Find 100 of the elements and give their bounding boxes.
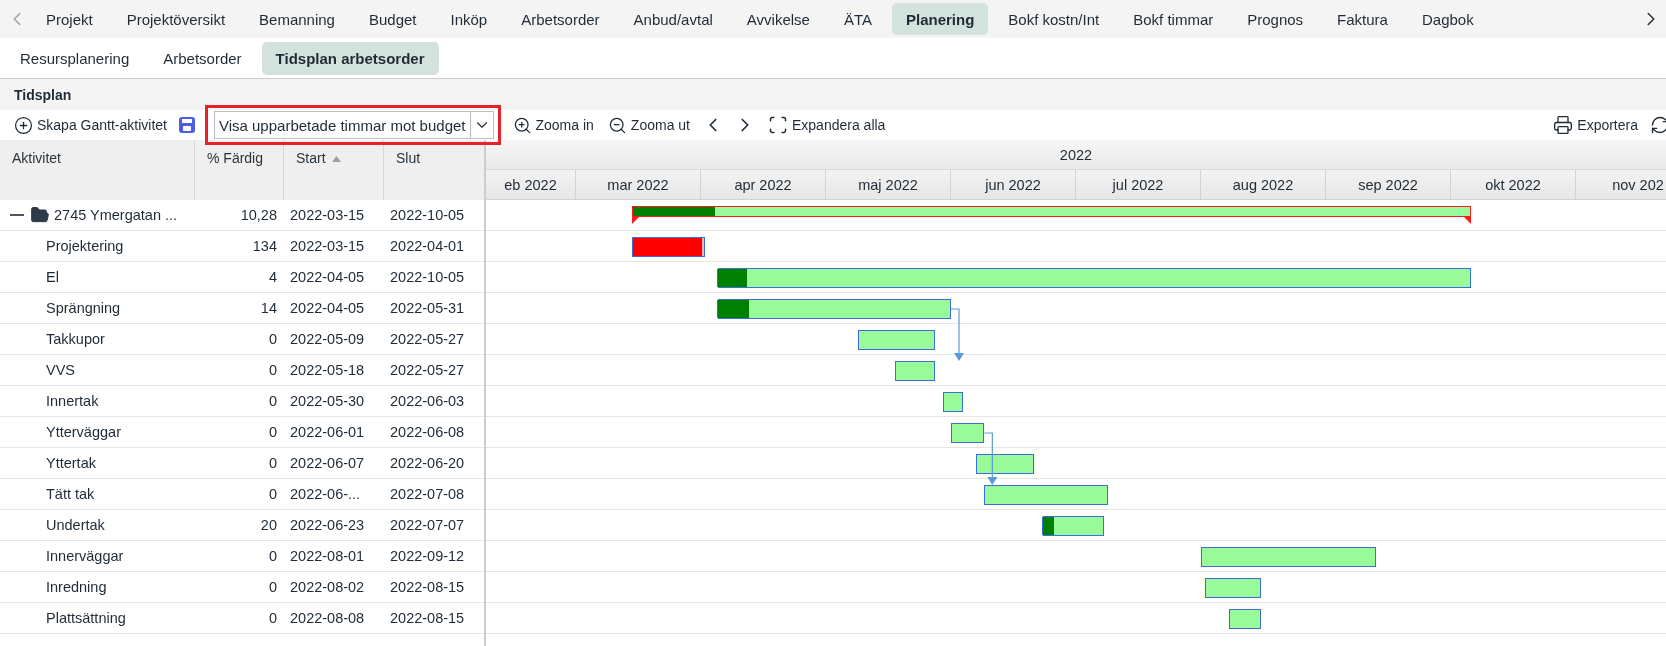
year-label: 2022 [1059, 146, 1093, 163]
sub-tab[interactable]: Arbetsorder [149, 41, 256, 75]
end-date-cell-text: 2022-05-27 [389, 362, 466, 378]
nav-tab[interactable]: Projekt [32, 3, 107, 35]
nav-tab[interactable]: ÄTA [829, 3, 886, 35]
summary-bar[interactable] [632, 206, 1472, 217]
end-date-cell-text: 2022-08-15 [389, 610, 466, 626]
activity-name: Ytterväggar [46, 424, 121, 440]
task-bar[interactable] [942, 392, 964, 412]
activity-name: El [46, 269, 59, 285]
folder-icon [30, 205, 50, 225]
month-header: okt 2022 [1451, 170, 1576, 199]
refresh-icon[interactable] [1650, 115, 1666, 135]
activity-name: 2745 Ymergatan ... [54, 207, 178, 223]
corners-icon [768, 115, 788, 135]
task-bar[interactable] [984, 485, 1109, 505]
start-date-cell-text: 2022-08-08 [289, 610, 366, 626]
percent-cell-text: 0 [267, 610, 278, 626]
start-date-cell-text: 2022-05-18 [289, 362, 366, 378]
percent-cell-text: 0 [267, 455, 278, 471]
end-date-cell-text: 2022-10-05 [389, 269, 466, 285]
start-date-cell-text: 2022-05-09 [289, 331, 366, 347]
percent-cell-text: 4 [267, 269, 278, 285]
column-header[interactable]: Slut [383, 140, 484, 200]
start-date-cell-text: 2022-06-07 [289, 455, 366, 471]
end-date-cell-text: 2022-10-05 [389, 207, 466, 223]
end-date-cell-text: 2022-04-01 [389, 238, 466, 254]
percent-cell-text: 0 [267, 579, 278, 595]
nav-tab[interactable]: Dagbok [1407, 3, 1488, 35]
zoom-in-icon [512, 115, 532, 135]
percent-cell-text: 0 [267, 331, 278, 347]
nav-tab[interactable]: Planering [891, 3, 989, 35]
activity-name: Innertak [46, 393, 99, 409]
nav-tab[interactable]: Bokf timmar [1119, 3, 1228, 35]
month-header: aug 2022 [1201, 170, 1326, 199]
start-date-cell-text: 2022-04-05 [289, 300, 366, 316]
nav-tab[interactable]: Budget [354, 3, 431, 35]
percent-cell-text: 134 [251, 238, 278, 254]
month-header: jul 2022 [1076, 170, 1201, 199]
activity-name: Plattsättning [46, 610, 126, 626]
task-bar[interactable] [976, 454, 1035, 474]
nav-tab[interactable]: Bemanning [245, 3, 349, 35]
start-date-cell-text: 2022-03-15 [289, 238, 366, 254]
nav-tab[interactable]: Avvikelse [732, 3, 824, 35]
nav-tab[interactable]: Faktura [1323, 3, 1402, 35]
start-date-cell-text: 2022-03-15 [289, 207, 366, 223]
export-button[interactable]: Exportera [1551, 115, 1640, 135]
nav-tab[interactable]: Prognos [1233, 3, 1318, 35]
expand-all-button[interactable]: Expandera alla [766, 115, 888, 135]
end-date-cell-text: 2022-08-15 [389, 579, 466, 595]
activity-name: Innerväggar [46, 548, 124, 564]
nav-tab[interactable]: Inköp [436, 3, 502, 35]
percent-cell-text: 0 [267, 393, 278, 409]
column-header[interactable]: Aktivitet [0, 140, 194, 200]
task-bar[interactable] [1229, 609, 1262, 629]
nav-tab[interactable]: Projektöversikt [112, 3, 240, 35]
month-header: sep 2022 [1326, 170, 1451, 199]
save-icon[interactable] [178, 117, 195, 133]
activity-name: Undertak [46, 517, 105, 533]
create-activity-button[interactable]: Skapa Gantt-aktivitet [12, 115, 169, 135]
percent-cell-text: 14 [259, 300, 278, 316]
sub-tab[interactable]: Resursplanering [6, 41, 144, 75]
end-date-cell-text: 2022-06-03 [389, 393, 466, 409]
percent-cell-text: 0 [267, 548, 278, 564]
activity-name: Projektering [46, 238, 124, 254]
task-bar[interactable] [1205, 578, 1262, 598]
column-header[interactable]: Start [283, 140, 383, 200]
zoom-in-button[interactable]: Zooma in [510, 115, 596, 135]
month-header: maj 2022 [826, 170, 951, 199]
plus-circle-icon [14, 115, 33, 135]
column-header[interactable]: % Färdig [194, 140, 283, 200]
task-bar[interactable] [1201, 547, 1376, 567]
end-date-cell-text: 2022-05-31 [389, 300, 466, 316]
end-date-cell-text: 2022-06-08 [389, 424, 466, 440]
activity-name: VVS [46, 362, 75, 378]
nav-tab[interactable]: Anbud/avtal [619, 3, 727, 35]
activity-name: Tätt tak [46, 486, 95, 502]
zoom-out-button[interactable]: Zooma ut [605, 115, 692, 135]
percent-cell-text: 0 [267, 362, 278, 378]
task-bar[interactable] [951, 423, 985, 443]
task-bar[interactable] [1042, 516, 1105, 536]
activity-name: Inredning [46, 579, 107, 595]
task-bar[interactable] [717, 268, 1472, 288]
sub-tab[interactable]: Tidsplan arbetsorder [261, 41, 439, 75]
task-bar[interactable] [894, 361, 935, 381]
month-header: apr 2022 [701, 170, 826, 199]
start-date-cell-text: 2022-06-23 [289, 517, 366, 533]
task-bar[interactable] [717, 299, 951, 319]
view-select[interactable]: Visa upparbetade timmar mot budget [213, 111, 494, 139]
end-marker-icon [1463, 216, 1472, 224]
start-date-cell-text: 2022-08-01 [289, 548, 366, 564]
end-date-cell-text: 2022-07-08 [389, 486, 466, 502]
activity-name: Takkupor [46, 331, 105, 347]
nav-tab[interactable]: Bokf kostn/Int [994, 3, 1114, 35]
task-bar[interactable] [858, 330, 935, 350]
panel-title: Tidsplan [14, 86, 72, 103]
month-header: eb 2022 [486, 170, 576, 199]
month-header: jun 2022 [951, 170, 1076, 199]
nav-tab[interactable]: Arbetsorder [507, 3, 614, 35]
start-date-cell-text: 2022-04-05 [289, 269, 366, 285]
